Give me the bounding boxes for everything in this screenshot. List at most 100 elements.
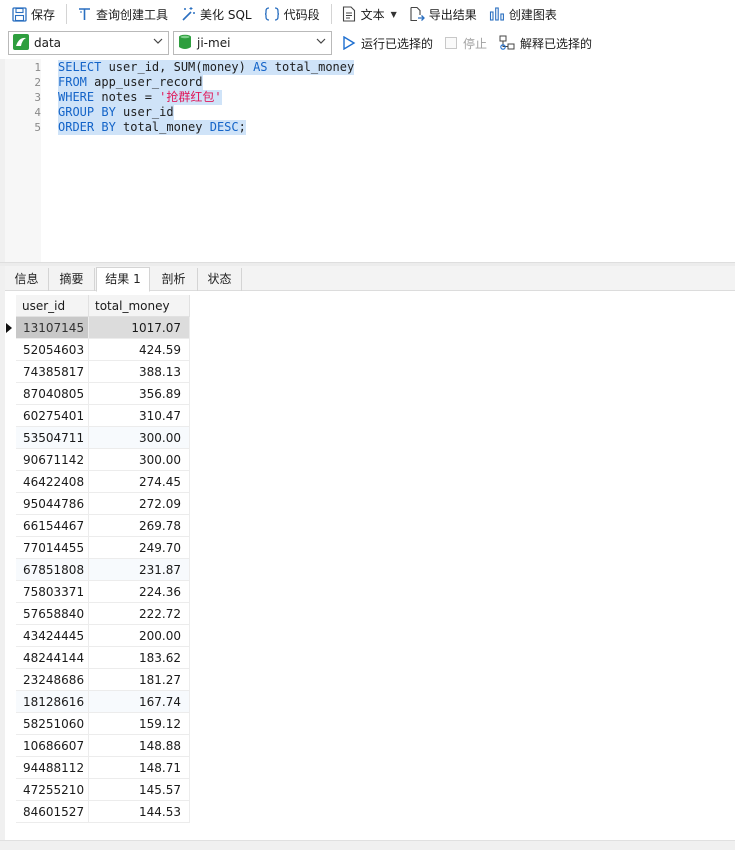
cell-total-money[interactable]: 300.00 (89, 427, 190, 449)
table-row[interactable]: 46422408 274.45 (16, 471, 190, 493)
table-row[interactable]: 77014455 249.70 (16, 537, 190, 559)
cell-user-id[interactable]: 95044786 (16, 493, 89, 515)
cell-total-money[interactable]: 269.78 (89, 515, 190, 537)
cell-user-id[interactable]: 94488112 (16, 757, 89, 779)
table-row[interactable]: 94488112 148.71 (16, 757, 190, 779)
cell-user-id[interactable]: 46422408 (16, 471, 89, 493)
cell-total-money[interactable]: 424.59 (89, 339, 190, 361)
cell-user-id[interactable]: 43424445 (16, 625, 89, 647)
cell-total-money[interactable]: 148.88 (89, 735, 190, 757)
table-row[interactable]: 18128616 167.74 (16, 691, 190, 713)
table-row[interactable]: 52054603 424.59 (16, 339, 190, 361)
tab-info[interactable]: 信息 (5, 268, 49, 291)
export-result-button[interactable]: 导出结果 (406, 3, 480, 25)
cell-user-id[interactable]: 87040805 (16, 383, 89, 405)
cell-user-id[interactable]: 67851808 (16, 559, 89, 581)
cell-total-money[interactable]: 249.70 (89, 537, 190, 559)
cell-user-id[interactable]: 13107145 (16, 317, 89, 339)
column-header-user-id[interactable]: user_id (16, 295, 89, 317)
cell-user-id[interactable]: 52054603 (16, 339, 89, 361)
stop-button[interactable]: 停止 (445, 35, 487, 52)
table-row[interactable]: 57658840 222.72 (16, 603, 190, 625)
cell-total-money[interactable]: 356.89 (89, 383, 190, 405)
cell-total-money[interactable]: 300.00 (89, 449, 190, 471)
cell-total-money[interactable]: 1017.07 (89, 317, 190, 339)
table-row[interactable]: 48244144 183.62 (16, 647, 190, 669)
code-line[interactable]: SELECT user_id, SUM(money) AS total_mone… (58, 60, 355, 75)
cell-user-id[interactable]: 57658840 (16, 603, 89, 625)
cell-user-id[interactable]: 77014455 (16, 537, 89, 559)
explain-selected-button[interactable]: 解释已选择的 (499, 35, 592, 52)
table-row[interactable]: 47255210 145.57 (16, 779, 190, 801)
cell-user-id[interactable]: 18128616 (16, 691, 89, 713)
code-line[interactable]: FROM app_user_record (58, 75, 203, 90)
table-row[interactable]: 90671142 300.00 (16, 449, 190, 471)
cell-total-money[interactable]: 181.27 (89, 669, 190, 691)
cell-total-money[interactable]: 144.53 (89, 801, 190, 823)
cell-user-id[interactable]: 84601527 (16, 801, 89, 823)
text-mode-button[interactable]: 文本 ▼ (338, 3, 400, 25)
table-row[interactable]: 87040805 356.89 (16, 383, 190, 405)
cell-total-money[interactable]: 231.87 (89, 559, 190, 581)
database-select[interactable]: ji-mei (173, 31, 332, 55)
cell-user-id[interactable]: 75803371 (16, 581, 89, 603)
cell-total-money[interactable]: 183.62 (89, 647, 190, 669)
cell-user-id[interactable]: 74385817 (16, 361, 89, 383)
table-row[interactable]: 75803371 224.36 (16, 581, 190, 603)
table-row[interactable]: 13107145 1017.07 (6, 317, 190, 339)
line-number: 5 (34, 121, 41, 134)
play-icon (342, 36, 356, 50)
cell-total-money[interactable]: 145.57 (89, 779, 190, 801)
table-row[interactable]: 43424445 200.00 (16, 625, 190, 647)
table-row[interactable]: 58251060 159.12 (16, 713, 190, 735)
cell-user-id[interactable]: 48244144 (16, 647, 89, 669)
cell-user-id[interactable]: 53504711 (16, 427, 89, 449)
connection-select[interactable]: data (8, 31, 169, 55)
cell-total-money[interactable]: 388.13 (89, 361, 190, 383)
cell-total-money[interactable]: 167.74 (89, 691, 190, 713)
cell-total-money[interactable]: 272.09 (89, 493, 190, 515)
create-chart-button[interactable]: 创建图表 (486, 3, 560, 25)
code-snippet-button[interactable]: 代码段 (261, 3, 323, 25)
sql-editor[interactable]: 1 2 3 4 5 SELECT user_id, SUM(money) AS … (5, 59, 735, 262)
cell-user-id[interactable]: 10686607 (16, 735, 89, 757)
cell-total-money[interactable]: 222.72 (89, 603, 190, 625)
run-selected-button[interactable]: 运行已选择的 (342, 35, 433, 52)
table-row[interactable]: 95044786 272.09 (16, 493, 190, 515)
cell-total-money[interactable]: 148.71 (89, 757, 190, 779)
cell-total-money[interactable]: 159.12 (89, 713, 190, 735)
tab-result-1[interactable]: 结果 1 (96, 267, 150, 292)
cell-user-id[interactable]: 47255210 (16, 779, 89, 801)
cell-total-money[interactable]: 310.47 (89, 405, 190, 427)
table-row[interactable]: 53504711 300.00 (16, 427, 190, 449)
cell-total-money[interactable]: 224.36 (89, 581, 190, 603)
code-line[interactable]: WHERE notes = '抢群红包' (58, 90, 222, 105)
table-row[interactable]: 84601527 144.53 (16, 801, 190, 823)
table-row[interactable]: 23248686 181.27 (16, 669, 190, 691)
save-button[interactable]: 保存 (8, 3, 58, 25)
beautify-sql-button[interactable]: 美化 SQL (177, 3, 255, 25)
column-header-total-money[interactable]: total_money (89, 295, 190, 317)
tab-status[interactable]: 状态 (198, 268, 242, 291)
cell-user-id[interactable]: 66154467 (16, 515, 89, 537)
cell-user-id[interactable]: 60275401 (16, 405, 89, 427)
cell-user-id[interactable]: 90671142 (16, 449, 89, 471)
tab-profile[interactable]: 剖析 (150, 268, 198, 291)
code-line[interactable]: ORDER BY total_money DESC; (58, 120, 246, 135)
table-row[interactable]: 60275401 310.47 (16, 405, 190, 427)
query-builder-button[interactable]: 查询创建工具 (73, 3, 171, 25)
table-row[interactable]: 74385817 388.13 (16, 361, 190, 383)
cell-total-money[interactable]: 200.00 (89, 625, 190, 647)
table-row[interactable]: 10686607 148.88 (16, 735, 190, 757)
create-chart-label: 创建图表 (508, 7, 557, 22)
status-bar (0, 840, 735, 850)
table-row[interactable]: 67851808 231.87 (16, 559, 190, 581)
tab-summary[interactable]: 摘要 (49, 268, 95, 291)
cell-user-id[interactable]: 58251060 (16, 713, 89, 735)
cell-user-id[interactable]: 23248686 (16, 669, 89, 691)
table-row[interactable]: 66154467 269.78 (16, 515, 190, 537)
chevron-down-icon[interactable]: ▼ (391, 10, 397, 19)
cell-total-money[interactable]: 274.45 (89, 471, 190, 493)
code-line[interactable]: GROUP BY user_id (58, 105, 174, 120)
connection-icon (13, 33, 29, 53)
